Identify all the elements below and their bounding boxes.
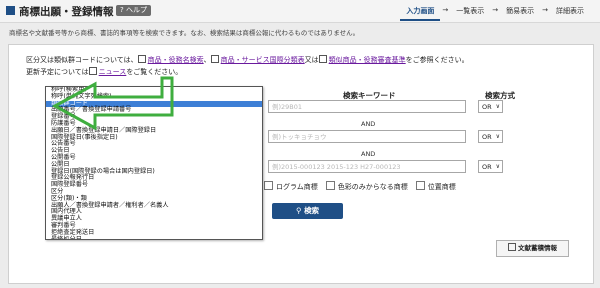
info-line-2: 更新予定については ニュースをご覧ください。 (26, 67, 183, 76)
page-description: 商標名や文献番号等から商標、書誌的事項等を検索できます。なお、検索結果は商標公報… (9, 29, 360, 37)
step-simple: 簡易表示 (506, 7, 535, 15)
keyword-input-3[interactable]: 例)2015-000123 2015-123 H27-000123 (268, 160, 466, 173)
checkbox-box[interactable] (415, 181, 425, 190)
search-button[interactable]: ⚲ 検索 (272, 203, 343, 219)
checkbox-box[interactable] (264, 181, 273, 190)
step-indicator: 入力画面 → 一覧表示 → 簡易表示 → 詳細表示 (400, 6, 590, 21)
link-similar-goods-standards[interactable]: 類似商品・役務審査基準 (329, 56, 406, 64)
dropdown-option[interactable]: 公告日 (46, 147, 262, 155)
external-link-icon (88, 67, 97, 75)
chevron-down-icon: ∨ (495, 103, 500, 110)
checkbox-box[interactable] (325, 181, 335, 190)
help-button[interactable]: ? ヘルプ (116, 5, 151, 16)
page-header: 商標出願・登録情報 ? ヘルプ 入力画面 → 一覧表示 → 簡易表示 → 詳細表… (0, 0, 600, 23)
dropdown-option[interactable]: 国際登録番号 (46, 181, 262, 189)
chevron-down-icon: ∨ (495, 163, 500, 170)
external-link-icon (318, 55, 327, 63)
link-international-classification[interactable]: 商品・サービス国際分類表 (221, 56, 305, 64)
dropdown-option[interactable]: 最終処分日 (46, 236, 262, 239)
dropdown-option[interactable]: 公告番号 (46, 141, 262, 148)
step-arrow-icon: → (542, 6, 548, 14)
mark-type-checkboxes: ログラム商標 色彩のみからなる商標 位置商標 (264, 181, 456, 192)
dropdown-option[interactable]: 出願番号／書換登録申請番号 (46, 107, 262, 114)
checkbox-color-mark[interactable]: 色彩のみからなる商標 (325, 181, 408, 192)
external-link-icon (210, 55, 219, 63)
chevron-down-icon: ∨ (495, 133, 500, 140)
info-line-1: 区分又は類似群コードについては、 商品・役務名検索、 商品・サービス国際分類表又は類… (26, 55, 469, 64)
title-square-icon (6, 6, 15, 15)
dropdown-option[interactable]: 公開番号 (46, 154, 262, 162)
dropdown-option[interactable]: 登録番号 (46, 113, 262, 121)
external-link-icon (508, 243, 516, 251)
bibliography-info-button[interactable]: 文献蓄積情報 (496, 240, 569, 257)
method-select-3[interactable]: OR ∨ (478, 160, 503, 173)
method-select-1[interactable]: OR ∨ (478, 100, 503, 113)
link-news[interactable]: ニュース (99, 68, 127, 76)
step-detail: 詳細表示 (556, 7, 584, 15)
method-select-2[interactable]: OR ∨ (478, 130, 503, 143)
checkbox-program-mark[interactable]: ログラム商標 (264, 181, 318, 192)
page-title: 商標出願・登録情報 (19, 6, 114, 18)
dropdown-option[interactable]: 異議申立人 (46, 215, 262, 223)
step-input: 入力画面 (400, 6, 441, 21)
dropdown-option[interactable]: 国際登録日(事後指定日) (46, 134, 262, 142)
keyword-input-2[interactable]: 例)トッキョチョウ (268, 130, 466, 143)
step-arrow-icon: → (492, 6, 499, 14)
search-field-dropdown-list[interactable]: 称呼(検索用) 称呼(単純文字列検索) 類似群コード 出願番号／書換登録申請番号 登録番… (45, 86, 263, 240)
and-label: AND (361, 150, 376, 158)
checkbox-position-mark[interactable]: 位置商標 (415, 181, 456, 192)
search-icon: ⚲ (295, 206, 302, 215)
link-goods-services-search[interactable]: 商品・役務名検索 (148, 56, 204, 64)
keyword-input-1[interactable]: 例)29B01 (268, 100, 466, 113)
external-link-icon (137, 55, 146, 63)
step-list: 一覧表示 (456, 7, 485, 15)
step-arrow-icon: → (442, 6, 449, 14)
and-label: AND (361, 120, 376, 128)
